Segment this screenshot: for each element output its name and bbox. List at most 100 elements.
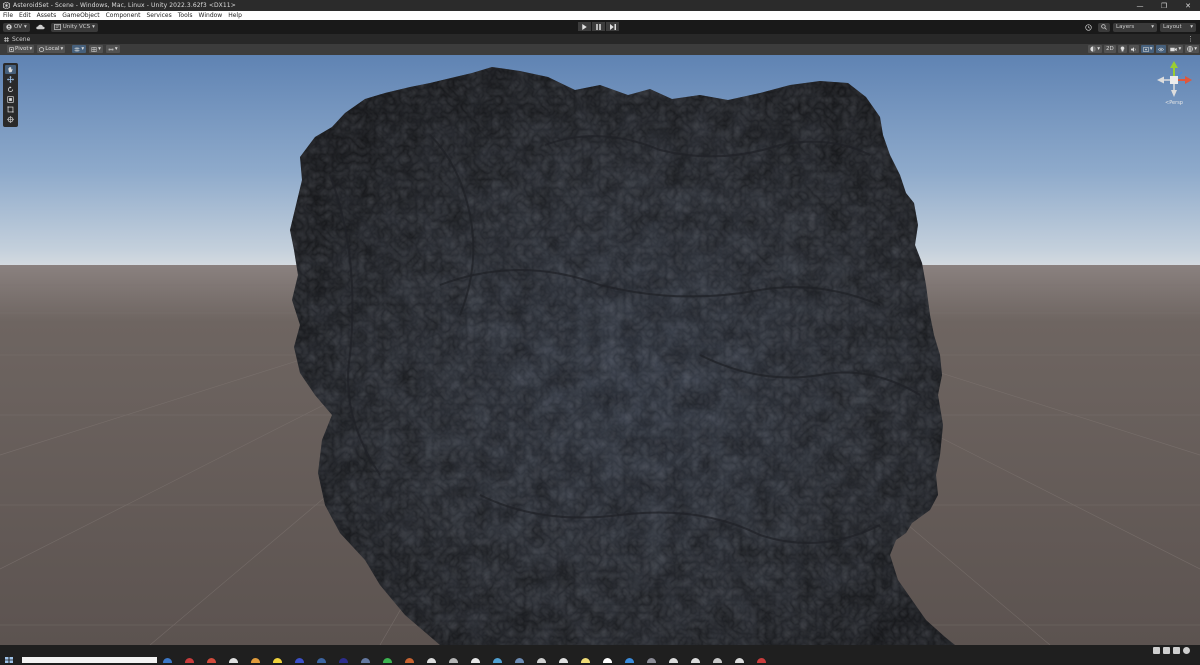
pause-button[interactable] <box>592 22 605 31</box>
increment-snap-dropdown[interactable]: ▾ <box>105 45 120 53</box>
app-icon[interactable] <box>273 658 282 663</box>
tray-icon[interactable] <box>1153 647 1160 654</box>
rect-transform-icon <box>7 106 14 113</box>
restore-button[interactable]: ❐ <box>1152 0 1176 11</box>
local-cube-icon <box>39 46 45 52</box>
lighting-toggle[interactable] <box>1117 45 1127 53</box>
globe-icon <box>1187 46 1194 52</box>
chevron-down-icon: ▾ <box>92 24 95 30</box>
app-icon[interactable] <box>537 658 546 663</box>
app-icon[interactable] <box>361 658 370 663</box>
app-icon[interactable] <box>691 658 700 663</box>
app-icon[interactable] <box>625 658 634 663</box>
app-icon[interactable] <box>471 658 480 663</box>
cloud-button[interactable] <box>33 23 48 32</box>
play-controls <box>578 22 619 31</box>
start-icon[interactable] <box>5 657 13 663</box>
step-button[interactable] <box>606 22 619 31</box>
app-icon[interactable] <box>185 658 194 663</box>
play-button[interactable] <box>578 22 591 31</box>
account-dropdown[interactable]: OV ▾ <box>3 22 30 32</box>
camera-settings-dropdown[interactable]: ▾ <box>1168 45 1184 53</box>
app-icon[interactable] <box>229 658 238 663</box>
orientation-gizmo[interactable]: <Persp <box>1156 60 1192 110</box>
chevron-down-icon: ▾ <box>60 46 64 52</box>
scale-tool-button[interactable] <box>5 95 16 104</box>
more-options-icon[interactable]: ⋮ <box>1187 35 1194 43</box>
layout-label: Layout <box>1163 24 1182 30</box>
transform-icon <box>7 116 14 123</box>
app-icon[interactable] <box>515 658 524 663</box>
rotate-tool-button[interactable] <box>5 85 16 94</box>
layout-dropdown[interactable]: Layout ▾ <box>1160 22 1196 32</box>
draw-mode-dropdown[interactable]: ▾ <box>1088 45 1102 53</box>
history-button[interactable] <box>1082 23 1095 32</box>
ruler-icon <box>108 47 114 51</box>
app-icon[interactable] <box>581 658 590 663</box>
pivot-label: Pivot <box>15 46 29 52</box>
shaded-sphere-icon <box>1090 46 1096 52</box>
app-icon[interactable] <box>427 658 436 663</box>
effects-dropdown[interactable]: ▾ <box>1140 45 1155 53</box>
menu-assets[interactable]: Assets <box>34 12 60 19</box>
rect-tool-button[interactable] <box>5 105 16 114</box>
pivot-dropdown[interactable]: Pivot ▾ <box>7 45 35 53</box>
search-button[interactable] <box>1098 22 1110 32</box>
grid-snap-dropdown[interactable]: ▾ <box>72 45 87 53</box>
app-icon[interactable] <box>295 658 304 663</box>
local-dropdown[interactable]: Local ▾ <box>37 45 66 53</box>
app-icon[interactable] <box>383 658 392 663</box>
app-icon[interactable] <box>647 658 656 663</box>
app-icon[interactable] <box>339 658 348 663</box>
app-icon[interactable] <box>757 658 766 663</box>
tray-icon[interactable] <box>1163 647 1170 654</box>
menu-help[interactable]: Help <box>225 12 245 19</box>
hand-icon <box>8 67 13 73</box>
app-icon[interactable] <box>713 658 722 663</box>
app-icon[interactable] <box>603 658 612 663</box>
menu-component[interactable]: Component <box>103 12 144 19</box>
close-button[interactable]: ✕ <box>1176 0 1200 11</box>
grid-visibility-dropdown[interactable]: ▾ <box>89 45 103 53</box>
perspective-label[interactable]: <Persp <box>1156 100 1192 106</box>
app-icon[interactable] <box>405 658 414 663</box>
gizmos-dropdown[interactable]: ▾ <box>1185 45 1199 53</box>
taskbar-search-box[interactable] <box>22 657 157 663</box>
unity-vcs-dropdown[interactable]: Unity VCS ▾ <box>50 22 98 32</box>
title-bar: AsteroidSet - Scene - Windows, Mac, Linu… <box>0 0 1200 11</box>
menu-window[interactable]: Window <box>196 12 226 19</box>
history-icon <box>1085 23 1092 31</box>
menu-services[interactable]: Services <box>143 12 174 19</box>
move-arrows-icon <box>7 76 14 83</box>
menu-tools[interactable]: Tools <box>175 12 196 19</box>
app-icon[interactable] <box>251 658 260 663</box>
app-icon[interactable] <box>493 658 502 663</box>
axis-gizmo-icon <box>1157 61 1192 97</box>
minimize-button[interactable]: — <box>1128 0 1152 11</box>
system-tray <box>1153 647 1190 654</box>
audio-toggle[interactable] <box>1128 45 1139 53</box>
layers-dropdown[interactable]: Layers ▾ <box>1113 22 1157 32</box>
app-icon[interactable] <box>317 658 326 663</box>
tray-icon[interactable] <box>1183 647 1190 654</box>
app-icon[interactable] <box>163 658 172 663</box>
menu-gameobject[interactable]: GameObject <box>59 12 102 19</box>
app-icon[interactable] <box>449 658 458 663</box>
app-icon[interactable] <box>559 658 568 663</box>
hand-tool-button[interactable] <box>5 65 16 74</box>
scene-grid-icon <box>4 36 9 42</box>
tray-icon[interactable] <box>1173 647 1180 654</box>
menu-file[interactable]: File <box>0 12 16 19</box>
tab-scene[interactable]: Scene <box>0 36 30 43</box>
move-tool-button[interactable] <box>5 75 16 84</box>
app-icon[interactable] <box>735 658 744 663</box>
app-icon[interactable] <box>669 658 678 663</box>
vcs-label: Unity VCS <box>62 24 91 30</box>
transform-tool-button[interactable] <box>5 115 16 124</box>
hidden-objects-toggle[interactable] <box>1156 45 1167 53</box>
mode-2d-button[interactable]: 2D <box>1103 45 1116 53</box>
chevron-down-icon: ▾ <box>98 46 101 52</box>
app-icon[interactable] <box>207 658 216 663</box>
menu-edit[interactable]: Edit <box>16 12 34 19</box>
scene-viewport[interactable] <box>0 55 1200 645</box>
